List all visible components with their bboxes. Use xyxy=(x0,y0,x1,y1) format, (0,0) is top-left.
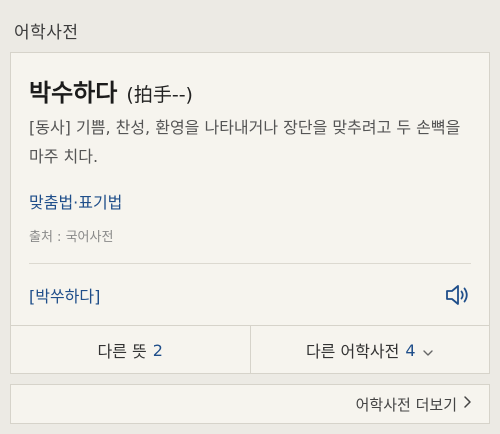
definition: [동사] 기쁨, 찬성, 환영을 나타내거나 장단을 맞추려고 두 손뼉을 마주… xyxy=(29,118,461,166)
spelling-link[interactable]: 맞춤법·표기법 xyxy=(29,189,122,213)
speaker-icon[interactable] xyxy=(443,281,471,309)
dictionary-card: 박수하다 (拍手--) [동사] 기쁨, 찬성, 환영을 나타내거나 장단을 맞… xyxy=(10,52,490,374)
bottom-bar: 다른 뜻 2 다른 어학사전 4 xyxy=(11,325,489,374)
other-meanings-label: 다른 뜻 xyxy=(97,342,147,361)
headword[interactable]: 박수하다 xyxy=(29,79,117,107)
chevron-down-icon xyxy=(422,344,434,356)
other-dicts-button[interactable]: 다른 어학사전 4 xyxy=(249,326,490,374)
chevron-right-icon xyxy=(457,395,473,413)
other-dicts-count: 4 xyxy=(405,340,416,360)
section-title: 어학사전 xyxy=(14,23,79,43)
more-label: 어학사전 더보기 xyxy=(355,395,457,414)
more-dictionary-button[interactable]: 어학사전 더보기 xyxy=(10,384,490,424)
pronunciation: [박쑤하다] xyxy=(29,287,101,306)
hanja: (拍手--) xyxy=(126,84,193,106)
divider xyxy=(29,263,471,264)
other-meanings-count: 2 xyxy=(152,340,163,360)
other-dicts-label: 다른 어학사전 xyxy=(305,342,400,361)
source: 출처 : 국어사전 xyxy=(29,230,114,245)
headword-row: 박수하다 (拍手--) xyxy=(29,73,193,108)
other-meanings-button[interactable]: 다른 뜻 2 xyxy=(11,326,250,374)
